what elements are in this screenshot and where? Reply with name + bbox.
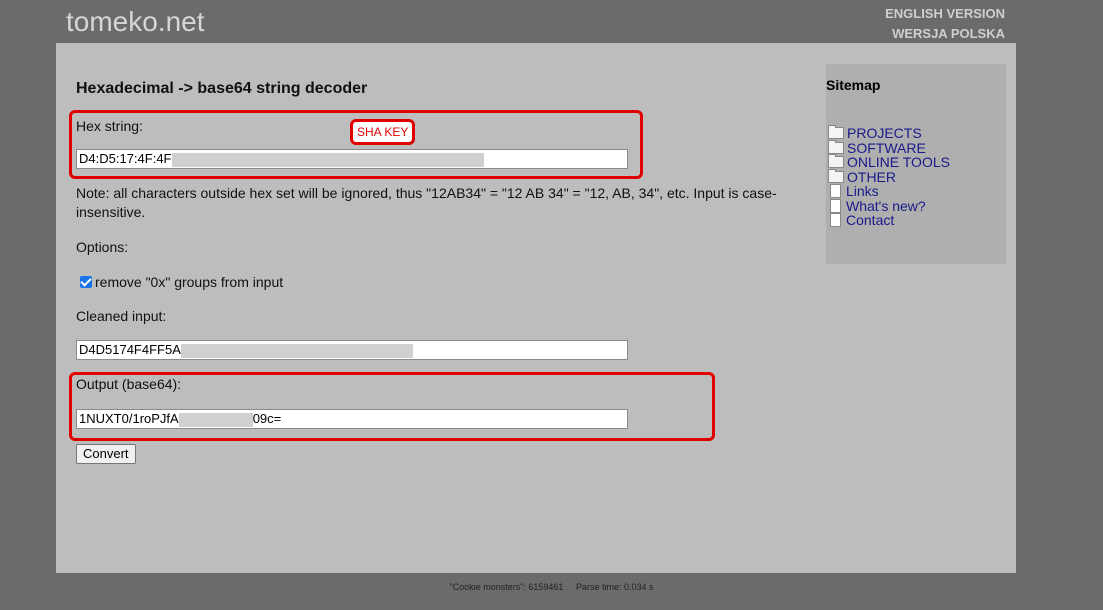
sitemap-item-projects[interactable]: PROJECTS xyxy=(828,125,950,141)
redacted-region xyxy=(180,343,413,358)
remove-0x-checkbox[interactable]: remove "0x" groups from input xyxy=(80,274,283,290)
convert-button[interactable]: Convert xyxy=(76,444,136,464)
sitemap-item-software[interactable]: SOFTWARE xyxy=(828,139,950,156)
english-version-link[interactable]: ENGLISH VERSION xyxy=(885,6,1005,21)
folder-icon xyxy=(828,154,844,168)
output-highlight-box xyxy=(69,372,715,441)
options-label: Options: xyxy=(76,239,129,255)
sitemap-item-contact[interactable]: Contact xyxy=(828,213,950,228)
folder-icon xyxy=(828,168,844,183)
cleaned-input-field[interactable]: D4D5174F4FF5A xyxy=(76,340,628,360)
sitemap-list: PROJECTS SOFTWARE ONLINE TOOLS OTHER Lin… xyxy=(828,125,950,228)
sitemap-sidebar: Sitemap PROJECTS SOFTWARE ONLINE TOOLS O… xyxy=(826,64,1006,264)
sitemap-item-links[interactable]: Links xyxy=(828,184,950,199)
page-title: Hexadecimal -> base64 string decoder xyxy=(76,80,368,97)
cookie-counter: "Cookie monsters": 6159461 xyxy=(449,582,564,592)
note-text: Note: all characters outside hex set wil… xyxy=(76,185,777,220)
checkbox-checked-icon[interactable] xyxy=(80,276,92,288)
document-icon xyxy=(830,184,841,198)
folder-icon xyxy=(828,125,844,139)
sitemap-item-other[interactable]: OTHER xyxy=(828,168,950,185)
cleaned-input-value: D4D5174F4FF5A xyxy=(79,342,181,357)
remove-0x-label: remove "0x" groups from input xyxy=(95,274,284,290)
sitemap-item-online-tools[interactable]: ONLINE TOOLS xyxy=(828,154,950,170)
folder-icon xyxy=(828,139,844,154)
sitemap-link[interactable]: Contact xyxy=(846,212,894,228)
document-icon xyxy=(830,198,841,213)
cleaned-input-label: Cleaned input: xyxy=(76,308,167,324)
parse-time: Parse time: 0.034 s xyxy=(575,582,654,592)
sitemap-item-whats-new[interactable]: What's new? xyxy=(828,198,950,214)
footer: "Cookie monsters": 6159461 Parse time: 0… xyxy=(0,582,1103,592)
polish-version-link[interactable]: WERSJA POLSKA xyxy=(892,26,1005,41)
sha-key-annotation: SHA KEY xyxy=(350,119,416,145)
document-icon xyxy=(830,213,841,227)
site-title[interactable]: tomeko.net xyxy=(66,6,205,38)
sitemap-title: Sitemap xyxy=(826,77,881,93)
page-content: Hexadecimal -> base64 string decoder Hex… xyxy=(56,43,1016,573)
